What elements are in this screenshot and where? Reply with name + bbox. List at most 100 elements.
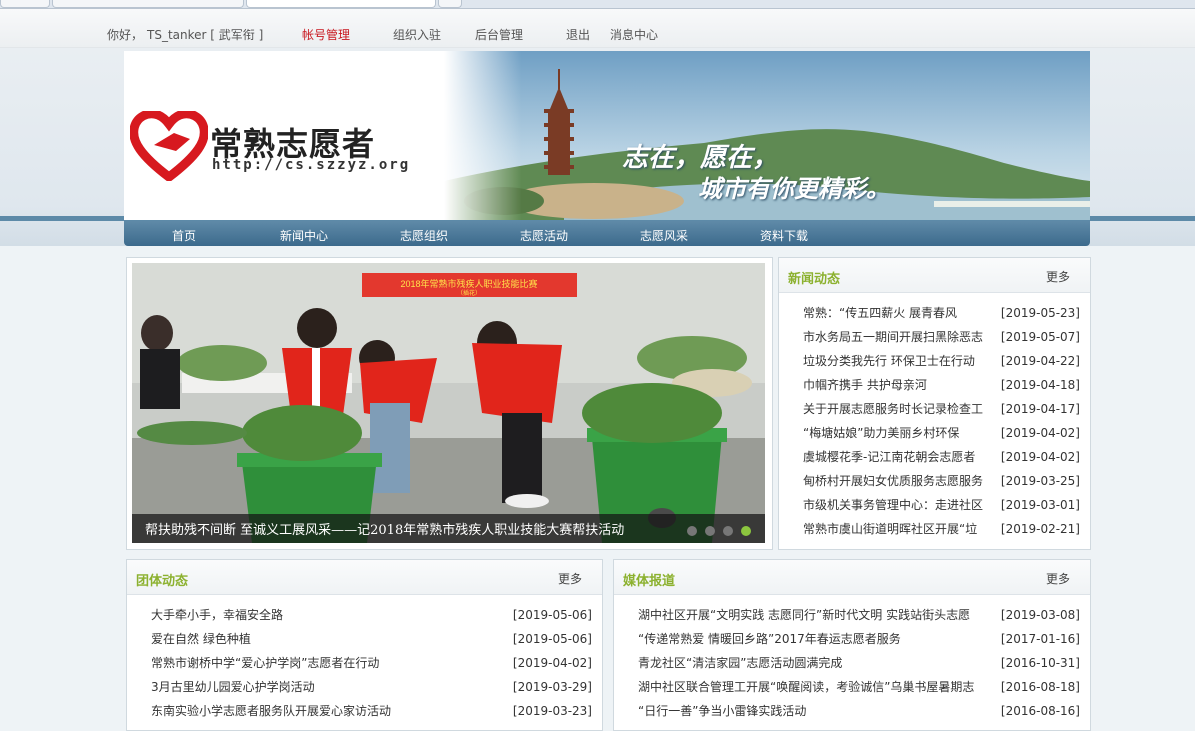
nav-home[interactable]: 首页 <box>172 227 196 244</box>
group-panel-title: 团体动态 <box>136 574 189 589</box>
list-item-date: [2016-10-31] <box>1000 656 1080 670</box>
list-item-title[interactable]: 湖中社区联合管理工开展“唤醒阅读，考验诚信”乌巢书屋暑期志 <box>638 678 983 696</box>
list-item-title[interactable]: 3月古里幼儿园爱心护学岗活动 <box>151 678 451 696</box>
list-item-date: [2019-05-23] <box>1000 306 1080 320</box>
slide-dots <box>679 523 751 537</box>
list-item-title[interactable]: 甸桥村开展妇女优质服务志愿服务 <box>803 472 985 490</box>
list-item[interactable]: 常熟：“传五四薪火 展青春风 [2019-05-23] <box>779 304 1090 328</box>
list-item-date: [2019-03-25] <box>1000 474 1080 488</box>
slide-dot-active[interactable] <box>741 525 751 536</box>
main-nav: 首页 新闻中心 志愿组织 志愿活动 志愿风采 资料下载 <box>124 221 1090 246</box>
list-item-title[interactable]: 湖中社区开展“文明实践 志愿同行”新时代文明 实践站街头志愿 <box>638 606 983 624</box>
list-item[interactable]: 垃圾分类我先行 环保卫士在行动 [2019-04-22] <box>779 352 1090 376</box>
list-item-title[interactable]: 市级机关事务管理中心：走进社区 <box>803 496 985 514</box>
volunteers-photo-illustration: 2018年常熟市残疾人职业技能比赛 （插花） <box>132 263 765 543</box>
group-panel: 团体动态 更多 大手牵小手，幸福安全路 [2019-05-06] 爱在自然 绿色种植… <box>126 559 603 731</box>
list-item[interactable]: 关于开展志愿服务时长记录检查工 [2019-04-17] <box>779 400 1090 424</box>
news-more-link[interactable]: 更多 <box>1046 268 1070 285</box>
media-panel: 媒体报道 更多 湖中社区开展“文明实践 志愿同行”新时代文明 实践站街头志愿 [2… <box>613 559 1091 731</box>
list-item[interactable]: 青龙社区“清洁家园”志愿活动圆满完成 [2016-10-31] <box>614 654 1090 678</box>
slide-dot[interactable] <box>687 525 697 536</box>
media-list: 湖中社区开展“文明实践 志愿同行”新时代文明 实践站街头志愿 [2019-03-0… <box>614 606 1090 726</box>
media-panel-header: 媒体报道 更多 <box>614 560 1090 595</box>
list-item-date: [2019-02-21] <box>1000 522 1080 536</box>
message-center-link[interactable]: 消息中心 <box>610 26 658 43</box>
list-item[interactable]: 常熟市谢桥中学“爱心护学岗”志愿者在行动 [2019-04-02] <box>127 654 602 678</box>
username: TS_tanker [ 武军衔 ] <box>147 28 264 42</box>
slide-photo[interactable]: 2018年常熟市残疾人职业技能比赛 （插花） 帮扶助残不间断 至诚义工展风采——… <box>132 263 765 543</box>
list-item-date: [2019-05-06] <box>512 632 592 646</box>
brand-url: http://cs.szzyz.org <box>212 157 411 173</box>
nav-volunteer-showcase[interactable]: 志愿风采 <box>640 227 688 244</box>
nav-volunteer-orgs[interactable]: 志愿组织 <box>400 227 448 244</box>
list-item[interactable]: 东南实验小学志愿者服务队开展爱心家访活动 [2019-03-23] <box>127 702 602 726</box>
list-item-date: [2019-04-17] <box>1000 402 1080 416</box>
heart-logo-icon <box>130 111 208 181</box>
slide-dot[interactable] <box>705 525 715 536</box>
greeting-text: 你好， <box>107 28 144 42</box>
backend-link[interactable]: 后台管理 <box>475 26 523 43</box>
list-item-title[interactable]: 爱在自然 绿色种植 <box>151 630 451 648</box>
list-item-title[interactable]: “传递常熟爱 情暖回乡路”2017年春运志愿者服务 <box>638 630 983 648</box>
list-item-title[interactable]: “梅塘姑娘”助力美丽乡村环保 <box>803 424 985 442</box>
logout-link[interactable]: 退出 <box>566 26 590 43</box>
list-item[interactable]: “日行一善”争当小雷锋实践活动 [2016-08-16] <box>614 702 1090 726</box>
list-item-title[interactable]: 虞城樱花季-记江南花朝会志愿者 <box>803 448 985 466</box>
account-link[interactable]: 帐号管理 <box>302 26 350 43</box>
nav-news-center[interactable]: 新闻中心 <box>280 227 328 244</box>
news-list: 常熟：“传五四薪火 展青春风 [2019-05-23] 市水务局五一期间开展扫黑除恶… <box>779 304 1090 544</box>
list-item-date: [2019-03-08] <box>1000 608 1080 622</box>
browser-tab[interactable] <box>0 0 50 8</box>
list-item[interactable]: “传递常熟爱 情暖回乡路”2017年春运志愿者服务 [2017-01-16] <box>614 630 1090 654</box>
list-item[interactable]: 虞城樱花季-记江南花朝会志愿者 [2019-04-02] <box>779 448 1090 472</box>
new-tab-button[interactable] <box>438 0 462 8</box>
browser-tab[interactable] <box>52 0 244 8</box>
list-item-date: [2016-08-18] <box>1000 680 1080 694</box>
list-item-title[interactable]: 垃圾分类我先行 环保卫士在行动 <box>803 352 985 370</box>
list-item[interactable]: 常熟市虞山街道明晖社区开展“垃 [2019-02-21] <box>779 520 1090 544</box>
list-item-title[interactable]: 东南实验小学志愿者服务队开展爱心家访活动 <box>151 702 451 720</box>
slogan-line2: 城市有你更精彩。 <box>698 175 890 203</box>
list-item-title[interactable]: 关于开展志愿服务时长记录检查工 <box>803 400 985 418</box>
list-item[interactable]: 市级机关事务管理中心：走进社区 [2019-03-01] <box>779 496 1090 520</box>
list-item[interactable]: 湖中社区联合管理工开展“唤醒阅读，考验诚信”乌巢书屋暑期志 [2016-08-18… <box>614 678 1090 702</box>
list-item[interactable]: 湖中社区开展“文明实践 志愿同行”新时代文明 实践站街头志愿 [2019-03-0… <box>614 606 1090 630</box>
browser-tab-strip <box>0 0 1195 9</box>
list-item[interactable]: “梅塘姑娘”助力美丽乡村环保 [2019-04-02] <box>779 424 1090 448</box>
list-item-date: [2016-08-16] <box>1000 704 1080 718</box>
logo-area: 常熟志愿者 http://cs.szzyz.org <box>124 51 444 220</box>
list-item[interactable]: 甸桥村开展妇女优质服务志愿服务 [2019-03-25] <box>779 472 1090 496</box>
media-more-link[interactable]: 更多 <box>1046 570 1070 587</box>
list-item-title[interactable]: 常熟：“传五四薪火 展青春风 <box>803 304 985 322</box>
nav-volunteer-activities[interactable]: 志愿活动 <box>520 227 568 244</box>
org-join-link[interactable]: 组织入驻 <box>393 26 441 43</box>
list-item-title[interactable]: 青龙社区“清洁家园”志愿活动圆满完成 <box>638 654 983 672</box>
group-panel-header: 团体动态 更多 <box>127 560 602 595</box>
list-item-title[interactable]: 常熟市虞山街道明晖社区开展“垃 <box>803 520 985 538</box>
slide-caption[interactable]: 帮扶助残不间断 至诚义工展风采——记2018年常熟市残疾人职业技能大赛帮扶活动 <box>145 519 624 538</box>
list-item-date: [2019-03-01] <box>1000 498 1080 512</box>
slide-dot[interactable] <box>723 525 733 536</box>
list-item-date: [2019-04-02] <box>1000 426 1080 440</box>
list-item-date: [2019-04-22] <box>1000 354 1080 368</box>
list-item-date: [2019-04-02] <box>512 656 592 670</box>
list-item[interactable]: 市水务局五一期间开展扫黑除恶志 [2019-05-07] <box>779 328 1090 352</box>
news-panel: 新闻动态 更多 常熟：“传五四薪火 展青春风 [2019-05-23] 市水务局五一… <box>778 257 1091 550</box>
list-item-title[interactable]: 常熟市谢桥中学“爱心护学岗”志愿者在行动 <box>151 654 451 672</box>
list-item-title[interactable]: “日行一善”争当小雷锋实践活动 <box>638 702 983 720</box>
nav-downloads[interactable]: 资料下载 <box>760 227 808 244</box>
contest-banner-text: 2018年常熟市残疾人职业技能比赛 <box>400 278 537 289</box>
list-item-title[interactable]: 市水务局五一期间开展扫黑除恶志 <box>803 328 985 346</box>
list-item[interactable]: 爱在自然 绿色种植 [2019-05-06] <box>127 630 602 654</box>
list-item-title[interactable]: 巾帼齐携手 共护母亲河 <box>803 376 985 394</box>
contest-banner-subtext: （插花） <box>457 289 481 297</box>
list-item[interactable]: 3月古里幼儿园爱心护学岗活动 [2019-03-29] <box>127 678 602 702</box>
media-panel-title: 媒体报道 <box>623 574 676 589</box>
news-panel-header: 新闻动态 更多 <box>779 258 1090 293</box>
list-item-date: [2019-03-23] <box>512 704 592 718</box>
list-item[interactable]: 巾帼齐携手 共护母亲河 [2019-04-18] <box>779 376 1090 400</box>
group-more-link[interactable]: 更多 <box>558 570 582 587</box>
browser-tab-active[interactable] <box>246 0 436 8</box>
list-item[interactable]: 大手牵小手，幸福安全路 [2019-05-06] <box>127 606 602 630</box>
list-item-title[interactable]: 大手牵小手，幸福安全路 <box>151 606 451 624</box>
